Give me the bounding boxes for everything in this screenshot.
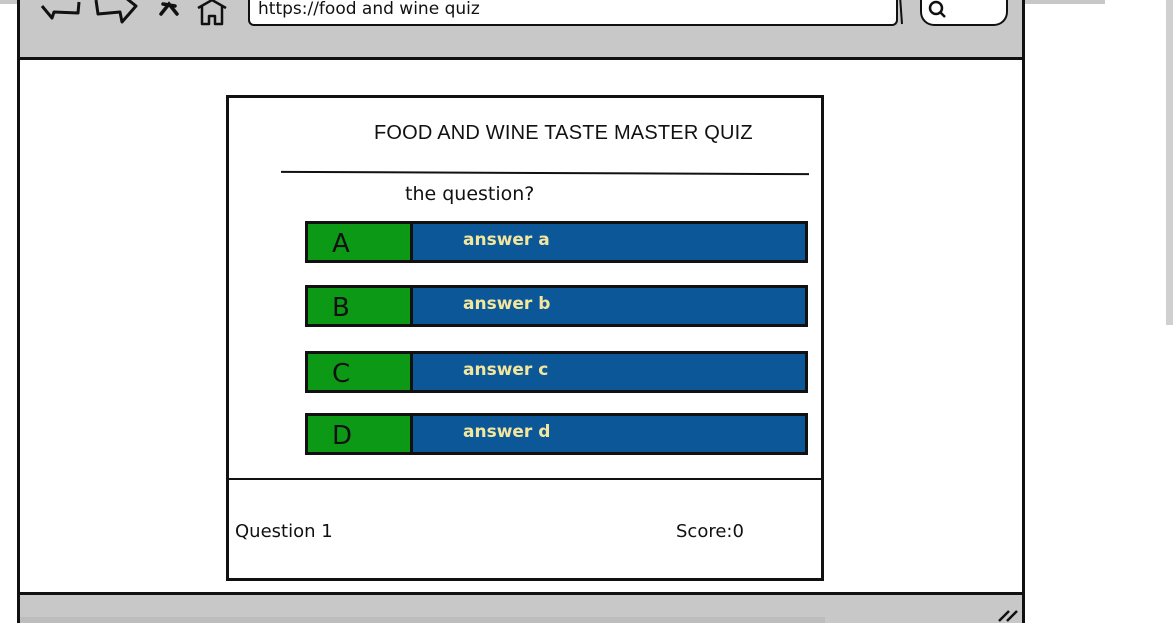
search-icon: [928, 0, 946, 18]
answer-letter: C: [332, 359, 351, 389]
quiz-card: FOOD AND WINE TASTE MASTER QUIZ the ques…: [226, 95, 824, 581]
answer-text-box: answer d: [413, 416, 805, 452]
forward-arrow-icon[interactable]: [92, 0, 140, 28]
answer-text-box: answer c: [413, 354, 805, 390]
answer-text: answer d: [463, 422, 551, 442]
answer-letter-box: A: [308, 224, 413, 260]
answer-letter-box: C: [308, 354, 413, 390]
resize-grip-icon[interactable]: [995, 603, 1021, 623]
answer-option-a[interactable]: A answer a: [305, 221, 808, 263]
answer-option-b[interactable]: B answer b: [305, 285, 808, 327]
quiz-title: FOOD AND WINE TASTE MASTER QUIZ: [374, 122, 753, 144]
page-scrollbar[interactable]: [1166, 0, 1173, 325]
url-text: https://food and wine quiz: [258, 0, 480, 19]
question-counter: Question 1: [235, 521, 333, 542]
footer-divider: [229, 478, 821, 480]
answer-letter-box: B: [308, 288, 413, 324]
back-arrow-icon[interactable]: [38, 0, 84, 26]
answer-text-box: answer a: [413, 224, 805, 260]
title-divider: [280, 170, 810, 176]
answer-text: answer a: [463, 230, 550, 250]
browser-toolbar: https://food and wine quiz: [20, 0, 1022, 60]
answer-letter: A: [332, 229, 350, 259]
close-icon[interactable]: [156, 0, 182, 22]
answer-option-c[interactable]: C answer c: [305, 351, 808, 393]
horizontal-scrollbar[interactable]: [20, 617, 825, 623]
answer-text: answer b: [463, 294, 551, 314]
answer-text-box: answer b: [413, 288, 805, 324]
toolbar-divider: [899, 0, 903, 25]
answer-option-d[interactable]: D answer d: [305, 413, 808, 455]
answer-text: answer c: [463, 360, 549, 380]
search-box[interactable]: [920, 0, 1008, 26]
answer-letter: B: [332, 293, 350, 323]
url-bar[interactable]: https://food and wine quiz: [248, 0, 898, 26]
home-icon[interactable]: [194, 0, 230, 28]
answer-letter: D: [332, 421, 353, 451]
answer-letter-box: D: [308, 416, 413, 452]
score-display: Score:0: [676, 521, 744, 542]
question-text: the question?: [405, 183, 535, 205]
